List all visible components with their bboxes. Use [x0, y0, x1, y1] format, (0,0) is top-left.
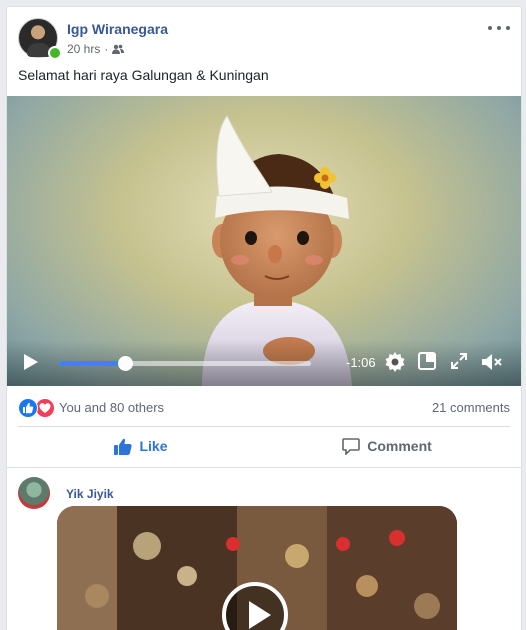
post-actions: Like Comment: [18, 428, 510, 464]
commenter-avatar[interactable]: [18, 477, 50, 509]
video-progress-fill: [59, 361, 125, 366]
post-text: Selamat hari raya Galungan & Kuningan: [18, 67, 269, 83]
muted-volume-icon[interactable]: [481, 352, 503, 372]
video-scrubber-handle[interactable]: [117, 356, 133, 371]
divider: [18, 426, 510, 427]
comment-video-attachment[interactable]: [57, 506, 457, 630]
more-options-icon[interactable]: [488, 20, 510, 36]
time-remaining: -1:06: [346, 355, 376, 370]
feed-post: Igp Wiranegara 20 hrs · Selamat hari ray…: [6, 6, 522, 630]
love-reaction-icon: [35, 398, 55, 418]
video-player[interactable]: -1:06: [7, 96, 521, 386]
post-time[interactable]: 20 hrs: [67, 42, 100, 56]
picture-in-picture-icon[interactable]: [418, 352, 436, 370]
like-reaction-icon: [18, 398, 38, 418]
friends-icon[interactable]: [112, 44, 125, 54]
like-button-label: Like: [139, 438, 168, 454]
author-name[interactable]: Igp Wiranegara: [67, 21, 168, 37]
comments-count[interactable]: 21 comments: [432, 400, 510, 415]
play-icon[interactable]: [23, 353, 39, 371]
commenter-name[interactable]: Yik Jiyik: [66, 487, 114, 501]
meta-separator: ·: [104, 42, 109, 56]
reactors-text[interactable]: You and 80 others: [59, 400, 164, 415]
settings-icon[interactable]: [385, 352, 405, 372]
post-meta: 20 hrs ·: [67, 42, 125, 56]
like-button[interactable]: Like: [18, 428, 264, 464]
comment-icon: [342, 437, 361, 455]
comment-item: Yik Jiyik: [7, 468, 521, 630]
thumbs-up-icon: [114, 438, 133, 455]
video-progress-bar[interactable]: [59, 356, 311, 371]
video-controls: -1:06: [7, 340, 521, 386]
comment-button[interactable]: Comment: [264, 428, 510, 464]
post-header: Igp Wiranegara 20 hrs ·: [18, 18, 510, 62]
fullscreen-icon[interactable]: [451, 353, 467, 369]
comment-button-label: Comment: [367, 438, 432, 454]
online-status-indicator: [48, 46, 62, 60]
reactions-summary: You and 80 others 21 comments: [18, 396, 510, 420]
reaction-icons[interactable]: [18, 398, 56, 418]
